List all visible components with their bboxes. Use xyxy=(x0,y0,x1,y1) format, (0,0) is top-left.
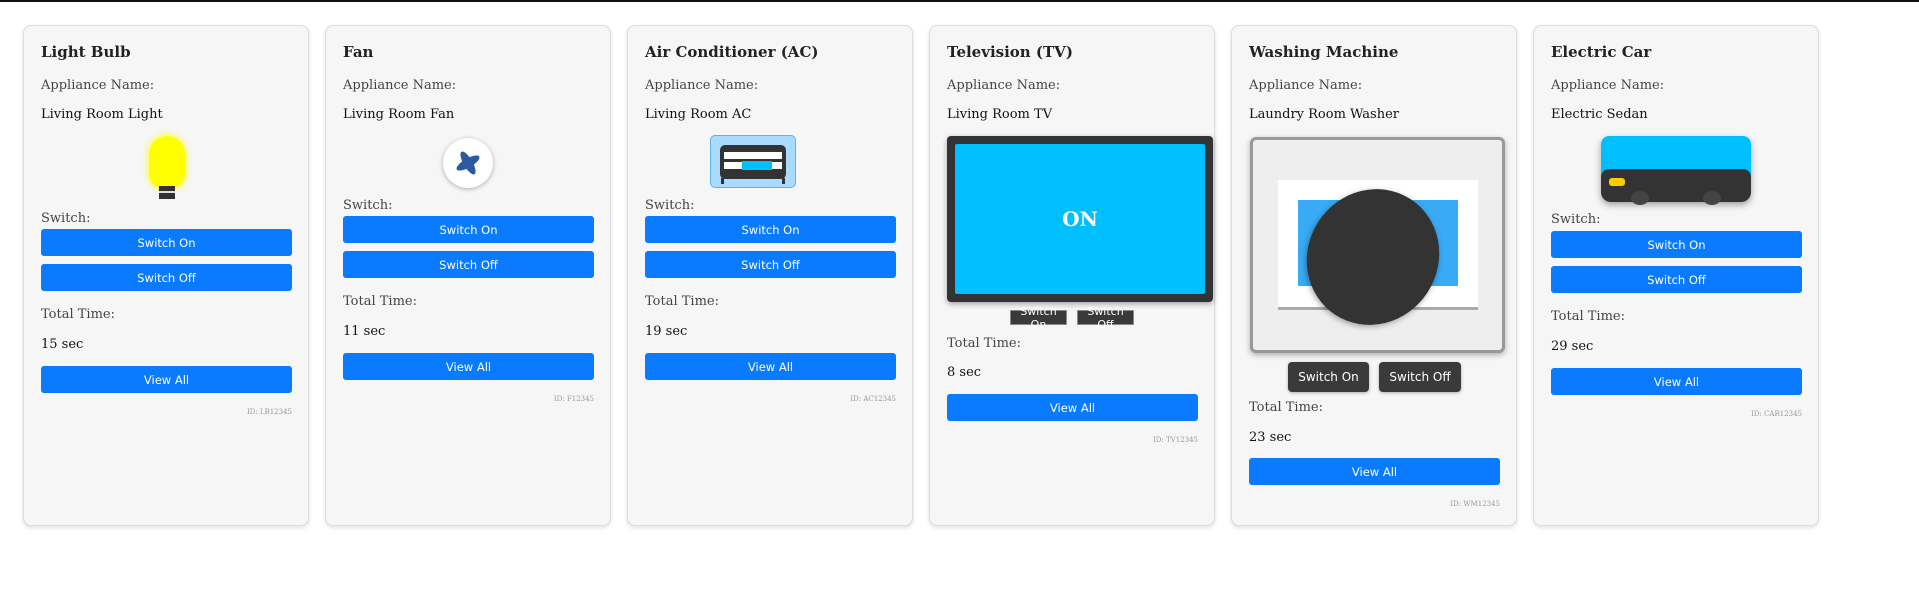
switch-on-button[interactable]: Switch On xyxy=(645,216,896,243)
switch-on-button[interactable]: Switch On xyxy=(1010,305,1067,331)
total-time-label: Total Time: xyxy=(947,336,1021,351)
view-all-button[interactable]: View All xyxy=(1249,458,1500,485)
appliance-name-label: Appliance Name: xyxy=(41,78,155,93)
card-title: Television (TV) xyxy=(947,43,1073,61)
switch-label: Switch: xyxy=(1551,212,1601,227)
appliance-name-label: Appliance Name: xyxy=(645,78,759,93)
television-icon: ON xyxy=(947,136,1213,302)
appliance-card-air-conditioner: Air Conditioner (AC) Appliance Name: Liv… xyxy=(627,25,913,526)
tv-screen: ON xyxy=(955,144,1205,294)
total-time-label: Total Time: xyxy=(41,307,115,322)
tv-switch-controls: Switch On Switch Off xyxy=(1010,305,1150,331)
switch-label: Switch: xyxy=(41,211,91,226)
total-time-value: 8 sec xyxy=(947,365,982,380)
appliance-card-light-bulb: Light Bulb Appliance Name: Living Room L… xyxy=(23,25,309,526)
appliance-name-label: Appliance Name: xyxy=(343,78,457,93)
total-time-value: 15 sec xyxy=(41,337,84,352)
view-all-button[interactable]: View All xyxy=(645,353,896,380)
view-all-button[interactable]: View All xyxy=(41,366,292,393)
appliance-name-value: Living Room TV xyxy=(947,107,1053,122)
appliance-card-fan: Fan Appliance Name: Living Room Fan Swit… xyxy=(325,25,611,526)
appliance-name-value: Living Room Light xyxy=(41,107,163,122)
total-time-label: Total Time: xyxy=(1249,400,1323,415)
fan-icon xyxy=(443,138,493,188)
view-all-button[interactable]: View All xyxy=(343,353,594,380)
appliance-name-value: Laundry Room Washer xyxy=(1249,107,1399,122)
appliance-id: ID: TV12345 xyxy=(1153,436,1198,444)
switch-off-button[interactable]: Switch Off xyxy=(1077,305,1134,331)
total-time-value: 19 sec xyxy=(645,324,688,339)
total-time-label: Total Time: xyxy=(343,294,417,309)
appliance-name-label: Appliance Name: xyxy=(947,78,1061,93)
total-time-value: 29 sec xyxy=(1551,339,1594,354)
appliance-card-electric-car: Electric Car Appliance Name: Electric Se… xyxy=(1533,25,1819,526)
switch-label: Switch: xyxy=(343,198,393,213)
view-all-button[interactable]: View All xyxy=(1551,368,1802,395)
card-title: Electric Car xyxy=(1551,43,1652,61)
appliance-id: ID: F12345 xyxy=(553,395,594,403)
switch-on-button[interactable]: Switch On xyxy=(1288,362,1369,392)
air-conditioner-icon xyxy=(710,135,796,188)
appliance-name-value: Electric Sedan xyxy=(1551,107,1648,122)
switch-on-button[interactable]: Switch On xyxy=(1551,231,1802,258)
switch-label: Switch: xyxy=(645,198,695,213)
switch-on-button[interactable]: Switch On xyxy=(343,216,594,243)
view-all-button[interactable]: View All xyxy=(947,394,1198,421)
card-title: Fan xyxy=(343,43,374,61)
switch-off-button[interactable]: Switch Off xyxy=(645,251,896,278)
appliance-id: ID: AC12345 xyxy=(850,395,896,403)
top-border xyxy=(0,0,1919,2)
appliance-card-television: Television (TV) Appliance Name: Living R… xyxy=(929,25,1215,526)
appliance-name-label: Appliance Name: xyxy=(1249,78,1363,93)
light-bulb-icon xyxy=(149,136,185,200)
appliance-id: ID: LB12345 xyxy=(246,408,292,416)
switch-off-button[interactable]: Switch Off xyxy=(41,264,292,291)
appliance-name-value: Living Room AC xyxy=(645,107,752,122)
total-time-value: 11 sec xyxy=(343,324,386,339)
switch-on-button[interactable]: Switch On xyxy=(41,229,292,256)
card-title: Light Bulb xyxy=(41,43,131,61)
appliance-id: ID: CAR12345 xyxy=(1751,410,1802,418)
card-title: Air Conditioner (AC) xyxy=(645,43,819,61)
card-title: Washing Machine xyxy=(1249,43,1399,61)
appliance-id: ID: WM12345 xyxy=(1450,500,1500,508)
appliance-name-label: Appliance Name: xyxy=(1551,78,1665,93)
total-time-value: 23 sec xyxy=(1249,430,1292,445)
appliance-name-value: Living Room Fan xyxy=(343,107,455,122)
switch-off-button[interactable]: Switch Off xyxy=(343,251,594,278)
tv-screen-text: ON xyxy=(1062,207,1098,231)
total-time-label: Total Time: xyxy=(1551,309,1625,324)
total-time-label: Total Time: xyxy=(645,294,719,309)
washing-machine-icon xyxy=(1250,137,1505,353)
switch-off-button[interactable]: Switch Off xyxy=(1551,266,1802,293)
electric-car-icon xyxy=(1601,136,1751,205)
appliance-card-washing-machine: Washing Machine Appliance Name: Laundry … xyxy=(1231,25,1517,526)
switch-off-button[interactable]: Switch Off xyxy=(1379,362,1461,392)
